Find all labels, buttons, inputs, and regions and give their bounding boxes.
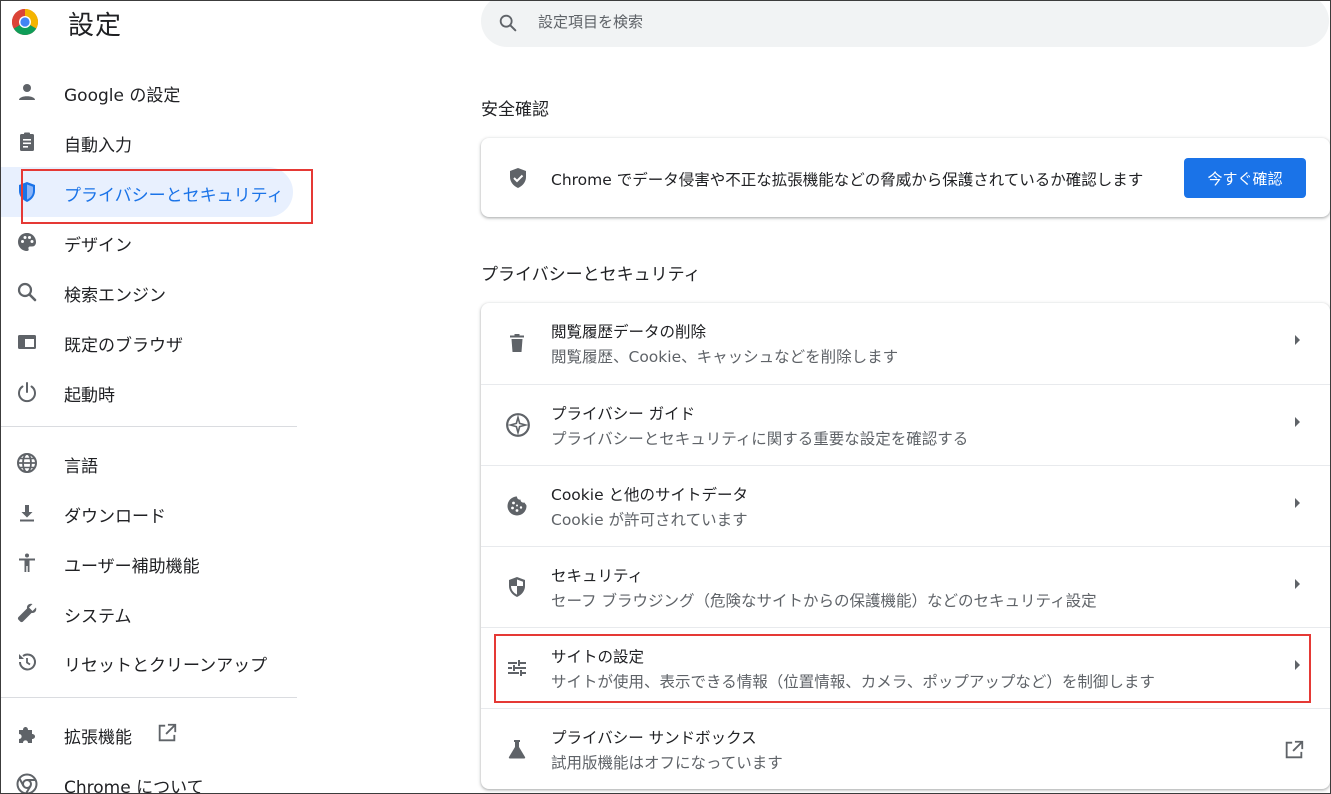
sidebar-item-label: 言語 [64, 457, 98, 477]
sidebar-item-autofill[interactable]: 自動入力 [1, 117, 293, 167]
shield-check-icon [510, 168, 526, 188]
sidebar-item-accessibility[interactable]: ユーザー補助機能 [1, 538, 293, 588]
safety-check-text: Chrome でデータ侵害や不正な拡張機能などの脅威から保護されているか確認しま… [551, 171, 1144, 189]
row-subtitle: セーフ ブラウジング（危険なサイトからの保護機能）などのセキュリティ設定 [551, 592, 1097, 610]
sidebar-item-label: Google の設定 [64, 86, 181, 106]
search-icon [17, 282, 37, 302]
sidebar-item-label: 自動入力 [64, 136, 132, 156]
puzzle-icon [19, 727, 35, 743]
sidebar-divider [1, 697, 297, 698]
trash-icon [510, 334, 524, 352]
page-title: 設定 [68, 11, 123, 41]
sidebar-item-label: 検索エンジン [64, 286, 166, 306]
download-icon [20, 505, 34, 522]
privacy-heading: プライバシーとセキュリティ [481, 265, 701, 285]
sidebar-item-label: Chrome について [64, 778, 204, 794]
row-subtitle: 試用版機能はオフになっています [551, 754, 783, 772]
chrome-icon [16, 773, 38, 793]
sidebar-item-downloads[interactable]: ダウンロード [1, 488, 293, 538]
palette-icon [18, 233, 36, 251]
row-title: 閲覧履歴データの削除 [551, 323, 707, 341]
compass-icon [506, 413, 530, 437]
row-security[interactable]: セキュリティ セーフ ブラウジング（危険なサイトからの保護機能）などのセキュリテ… [481, 546, 1330, 627]
row-subtitle: Cookie が許可されています [551, 511, 748, 529]
row-title: セキュリティ [551, 567, 644, 585]
sidebar-item-reset[interactable]: リセットとクリーンアップ [1, 637, 293, 687]
chevron-right-icon [1295, 579, 1300, 589]
open-in-new-icon [1285, 740, 1304, 759]
accessibility-icon [19, 553, 35, 572]
chevron-right-icon [1295, 498, 1300, 508]
check-now-button[interactable]: 今すぐ確認 [1184, 158, 1306, 198]
search-bar[interactable]: 設定項目を検索 [481, 1, 1329, 47]
safety-check-heading: 安全確認 [481, 100, 549, 120]
sidebar-item-extensions[interactable]: 拡張機能 [1, 709, 293, 759]
highlight-box [494, 634, 1311, 703]
highlight-box [21, 169, 313, 224]
globe-icon [17, 453, 37, 473]
power-icon [18, 382, 36, 403]
settings-window: 設定 設定項目を検索 Google の設定 自動入力 プライバシーとセキュリティ… [0, 0, 1331, 794]
row-privacy-sandbox[interactable]: プライバシー サンドボックス 試用版機能はオフになっています [481, 708, 1330, 789]
row-cookies[interactable]: Cookie と他のサイトデータ Cookie が許可されています [481, 465, 1330, 546]
flask-icon [508, 740, 526, 759]
clipboard-icon [20, 132, 34, 151]
sidebar-item-about[interactable]: Chrome について [1, 759, 293, 794]
sidebar-item-languages[interactable]: 言語 [1, 438, 293, 488]
chevron-right-icon [1295, 417, 1300, 427]
sidebar-item-label: 拡張機能 [64, 728, 132, 748]
row-clear-browsing-data[interactable]: 閲覧履歴データの削除 閲覧履歴、Cookie、キャッシュなどを削除します [481, 303, 1330, 384]
sidebar-item-appearance[interactable]: デザイン [1, 217, 293, 267]
row-title: プライバシー サンドボックス [551, 729, 757, 747]
row-title: Cookie と他のサイトデータ [551, 486, 749, 504]
sidebar-item-label: ユーザー補助機能 [64, 557, 200, 577]
row-subtitle: 閲覧履歴、Cookie、キャッシュなどを削除します [551, 348, 899, 366]
sidebar-item-system[interactable]: システム [1, 588, 293, 638]
sidebar-item-label: 既定のブラウザ [64, 336, 183, 356]
wrench-icon [17, 603, 37, 623]
search-input[interactable]: 設定項目を検索 [538, 11, 643, 32]
person-icon [19, 84, 35, 100]
sidebar-item-startup[interactable]: 起動時 [1, 367, 293, 417]
sidebar-item-label: リセットとクリーンアップ [64, 656, 268, 676]
browser-icon [18, 335, 36, 349]
sidebar-divider [1, 426, 297, 427]
safety-check-card: Chrome でデータ侵害や不正な拡張機能などの脅威から保護されているか確認しま… [481, 138, 1330, 217]
row-title: プライバシー ガイド [551, 405, 696, 423]
sidebar-item-label: システム [64, 607, 132, 627]
sidebar-item-default-browser[interactable]: 既定のブラウザ [1, 317, 293, 367]
chrome-logo-icon [11, 9, 39, 36]
sidebar-item-search-engine[interactable]: 検索エンジン [1, 267, 293, 317]
privacy-card: 閲覧履歴データの削除 閲覧履歴、Cookie、キャッシュなどを削除します プライ… [481, 303, 1330, 789]
chevron-right-icon [1295, 335, 1300, 345]
shield-icon [509, 577, 525, 597]
reset-icon [19, 653, 36, 671]
row-subtitle: プライバシーとセキュリティに関する重要な設定を確認する [551, 430, 969, 448]
sidebar-item-google[interactable]: Google の設定 [1, 67, 293, 117]
open-in-new-icon [158, 723, 177, 742]
cookie-icon [507, 496, 527, 516]
sidebar-item-label: ダウンロード [64, 507, 166, 527]
search-icon [499, 14, 517, 32]
row-privacy-guide[interactable]: プライバシー ガイド プライバシーとセキュリティに関する重要な設定を確認する [481, 384, 1330, 465]
sidebar-item-label: 起動時 [64, 386, 115, 406]
sidebar-item-label: デザイン [64, 236, 132, 256]
